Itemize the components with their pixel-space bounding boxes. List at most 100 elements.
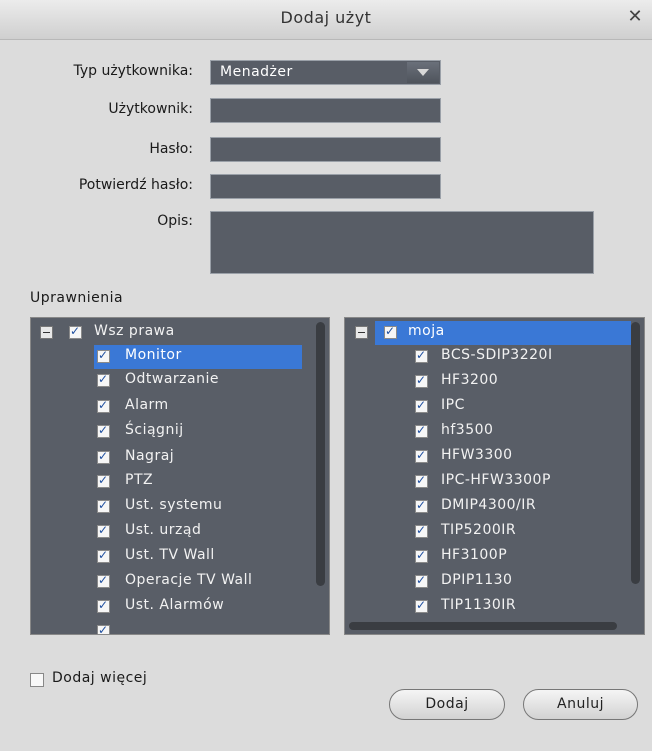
checkbox-icon[interactable] [97, 523, 110, 538]
checkbox-icon[interactable] [97, 449, 110, 464]
confirm-password-label: Potwierdź hasło: [78, 177, 193, 193]
checkbox-icon[interactable] [415, 548, 428, 563]
permissions-title: Uprawnienia [30, 290, 124, 306]
tree-item-label: TIP1130IR [441, 597, 517, 613]
checkbox-icon[interactable] [97, 423, 110, 438]
description-label: Opis: [157, 213, 193, 229]
checkbox-icon[interactable] [415, 398, 428, 413]
tree-item-row-partial[interactable] [94, 620, 302, 634]
tree-item-label: PTZ [125, 472, 154, 488]
checkbox-icon[interactable] [97, 348, 110, 363]
checkbox-icon[interactable] [384, 324, 397, 339]
tree-item-row[interactable]: Alarm [94, 395, 302, 419]
checkbox-icon[interactable] [415, 423, 428, 438]
tree-item-label: HF3100P [441, 547, 508, 563]
checkbox-icon[interactable] [415, 373, 428, 388]
checkbox-icon[interactable] [97, 548, 110, 563]
tree-item-label: BCS-SDIP3220I [441, 347, 553, 363]
vertical-scrollbar[interactable] [631, 322, 640, 584]
tree-item-label: Alarm [125, 397, 169, 413]
tree-item-row[interactable]: HF3100P [412, 545, 620, 569]
devices-tree[interactable]: moja BCS-SDIP3220I HF3200 IPC hf3500 HFW… [344, 317, 645, 635]
tree-item-row[interactable]: Ust. urząd [94, 520, 302, 544]
tree-root-row[interactable]: Wsz prawa [31, 321, 316, 345]
chevron-down-icon[interactable] [407, 62, 439, 83]
tree-item-row[interactable]: IPC [412, 395, 620, 419]
add-button[interactable]: Dodaj [389, 689, 505, 720]
tree-item-label: Ust. systemu [125, 497, 223, 513]
cancel-button[interactable]: Anuluj [523, 689, 638, 720]
tree-item-row[interactable]: PTZ [94, 470, 302, 494]
tree-item-label: IPC-HFW3300P [441, 472, 551, 488]
checkbox-icon[interactable] [97, 598, 110, 613]
tree-root-label: moja [408, 323, 445, 339]
tree-item-row[interactable]: DMIP4300/IR [412, 495, 620, 519]
tree-item-row[interactable]: Ust. systemu [94, 495, 302, 519]
tree-item-label: Monitor [125, 347, 182, 363]
add-more-label: Dodaj więcej [52, 670, 148, 686]
collapse-icon[interactable] [355, 326, 368, 339]
tree-item-row[interactable]: BCS-SDIP3220I [412, 345, 620, 369]
horizontal-scrollbar[interactable] [349, 622, 617, 630]
tree-item-row[interactable]: DPIP1130 [412, 570, 620, 594]
tree-item-row[interactable]: hf3500 [412, 420, 620, 444]
tree-item-label: Nagraj [125, 448, 175, 464]
tree-item-row[interactable]: IPC-HFW3300P [412, 470, 620, 494]
add-user-dialog: Dodaj użyt ✕ Typ użytkownika: Użytkownik… [0, 0, 652, 751]
tree-item-row[interactable]: HF3200 [412, 370, 620, 394]
tree-item-label: IPC [441, 397, 465, 413]
checkbox-icon[interactable] [97, 473, 110, 488]
tree-item-row[interactable]: TIP5200IR [412, 520, 620, 544]
checkbox-icon[interactable] [415, 348, 428, 363]
checkbox-icon[interactable] [97, 623, 110, 634]
collapse-icon[interactable] [40, 326, 53, 339]
checkbox-icon[interactable] [97, 398, 110, 413]
checkbox-icon[interactable] [415, 498, 428, 513]
tree-item-row[interactable]: Odtwarzanie [94, 369, 302, 393]
vertical-scrollbar[interactable] [316, 322, 325, 586]
username-input[interactable] [210, 98, 441, 123]
tree-item-label: HF3200 [441, 372, 499, 388]
checkbox-icon[interactable] [97, 498, 110, 513]
tree-item-label: Operacje TV Wall [125, 572, 253, 588]
tree-item-label: Odtwarzanie [125, 371, 219, 387]
checkbox-icon[interactable] [415, 598, 428, 613]
tree-item-label: Ściągnij [125, 422, 184, 438]
tree-root-selected[interactable]: moja [375, 321, 631, 345]
user-type-label: Typ użytkownika: [73, 63, 193, 79]
add-more-checkbox[interactable] [30, 673, 44, 687]
checkbox-icon[interactable] [415, 523, 428, 538]
tree-item-row[interactable]: Nagraj [94, 446, 302, 470]
tree-item-label: DPIP1130 [441, 572, 513, 588]
close-icon[interactable]: ✕ [624, 6, 646, 28]
tree-item-label: Ust. TV Wall [125, 547, 215, 563]
tree-root-label: Wsz prawa [94, 323, 175, 339]
user-label: Użytkownik: [108, 101, 193, 117]
permissions-tree[interactable]: Wsz prawa Monitor Odtwarzanie Alarm Ścią… [30, 317, 330, 635]
dialog-title: Dodaj użyt [280, 8, 372, 27]
user-type-value: Menadżer [220, 64, 293, 80]
tree-item-label: Ust. urząd [125, 522, 202, 538]
checkbox-icon[interactable] [415, 573, 428, 588]
tree-item-row[interactable]: Monitor [94, 345, 302, 369]
description-textarea[interactable] [210, 211, 594, 274]
tree-item-label: Ust. Alarmów [125, 597, 225, 613]
checkbox-icon[interactable] [415, 448, 428, 463]
checkbox-icon[interactable] [97, 372, 110, 387]
checkbox-icon[interactable] [415, 473, 428, 488]
tree-item-label: HFW3300 [441, 447, 513, 463]
confirm-password-input[interactable] [210, 174, 441, 199]
tree-item-row[interactable]: Ust. Alarmów [94, 595, 302, 619]
checkbox-icon[interactable] [69, 324, 82, 339]
tree-item-label: hf3500 [441, 422, 494, 438]
tree-item-row[interactable]: HFW3300 [412, 445, 620, 469]
user-type-select[interactable]: Menadżer [210, 60, 441, 85]
checkbox-icon[interactable] [97, 573, 110, 588]
password-label: Hasło: [149, 141, 193, 157]
tree-item-row[interactable]: TIP1130IR [412, 595, 620, 619]
tree-item-label: TIP5200IR [441, 522, 517, 538]
tree-item-row[interactable]: Ust. TV Wall [94, 545, 302, 569]
tree-item-row[interactable]: Operacje TV Wall [94, 570, 302, 594]
password-input[interactable] [210, 137, 441, 162]
tree-item-row[interactable]: Ściągnij [94, 420, 302, 444]
